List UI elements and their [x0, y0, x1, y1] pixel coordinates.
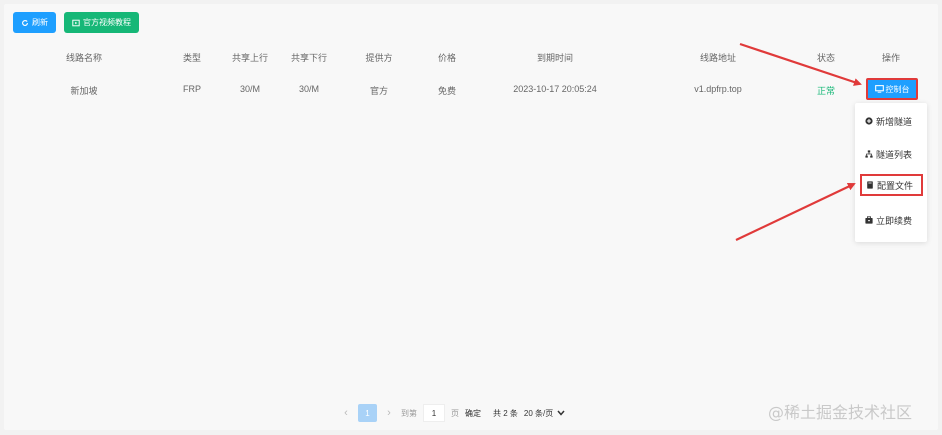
next-page-button[interactable]: ›	[383, 407, 395, 419]
goto-confirm-button[interactable]: 确定	[465, 408, 481, 419]
header-expire: 到期时间	[536, 53, 574, 63]
header-downstream: 共享下行	[290, 53, 328, 63]
video-tutorial-label: 官方视频教程	[83, 18, 131, 27]
menu-item-add-tunnel[interactable]: 新增隧道	[859, 110, 923, 132]
goto-label: 到第	[401, 408, 417, 418]
action-dropdown: 新增隧道 隧道列表 配置文件 立即续费	[855, 103, 927, 242]
header-type: 类型	[182, 53, 202, 63]
cell-downstream: 30/M	[298, 84, 320, 94]
refresh-icon	[22, 19, 28, 26]
header-price: 价格	[437, 53, 457, 63]
header-upstream: 共享上行	[231, 53, 269, 63]
menu-item-tunnel-list[interactable]: 隧道列表	[859, 143, 923, 165]
cell-type: FRP	[183, 84, 201, 94]
menu-item-label: 立即续费	[876, 215, 913, 226]
console-label: 控制台	[885, 84, 910, 94]
current-page-button[interactable]: 1	[358, 404, 377, 422]
menu-item-label: 新增隧道	[876, 116, 913, 127]
video-tutorial-button[interactable]: 官方视频教程	[64, 12, 139, 33]
page-suffix-label: 页	[451, 408, 459, 418]
menu-item-config-file[interactable]: 配置文件	[860, 174, 923, 196]
refresh-button[interactable]: 刷新	[13, 12, 56, 33]
prev-page-button[interactable]: ‹	[340, 407, 352, 419]
cell-upstream: 30/M	[239, 84, 261, 94]
refresh-label: 刷新	[32, 18, 48, 27]
pagination: ‹ 1 › 到第 页 确定 共 2 条 20 条/页	[340, 404, 565, 422]
table-row: 新加坡 FRP 30/M 30/M 官方 免费 2023-10-17 20:05…	[4, 72, 938, 108]
menu-item-renew[interactable]: 立即续费	[859, 209, 923, 231]
header-address: 线路地址	[699, 53, 737, 63]
monitor-icon	[874, 85, 884, 93]
header-provider: 提供方	[365, 53, 393, 63]
header-line-name: 线路名称	[65, 53, 103, 63]
status-badge: 正常	[816, 86, 836, 96]
sitemap-icon	[865, 150, 873, 158]
plus-circle-icon	[865, 117, 873, 125]
video-icon	[72, 19, 80, 26]
header-actions: 操作	[881, 53, 901, 63]
cell-line-name: 新加坡	[70, 86, 98, 96]
file-icon	[867, 181, 873, 189]
toolbar: 刷新 官方视频教程	[13, 12, 139, 33]
console-button[interactable]: 控制台	[866, 78, 918, 100]
table-header: 线路名称 类型 共享上行 共享下行 提供方 价格 到期时间 线路地址 状态 操作	[4, 42, 938, 72]
watermark: @稀土掘金技术社区	[768, 403, 913, 422]
cell-price: 免费	[437, 86, 457, 96]
cell-provider: 官方	[369, 86, 389, 96]
goto-page-input[interactable]	[423, 404, 445, 422]
chevron-down-icon	[557, 410, 565, 416]
menu-item-label: 隧道列表	[876, 149, 913, 160]
cell-address: v1.dpfrp.top	[694, 84, 742, 94]
page-size-select[interactable]: 20 条/页	[524, 408, 565, 419]
total-count: 共 2 条	[493, 408, 518, 418]
header-status: 状态	[816, 53, 836, 63]
cell-expire: 2023-10-17 20:05:24	[513, 84, 597, 94]
page-size-label: 20 条/页	[523, 408, 554, 418]
menu-item-label: 配置文件	[877, 180, 914, 191]
wallet-icon	[865, 216, 873, 224]
